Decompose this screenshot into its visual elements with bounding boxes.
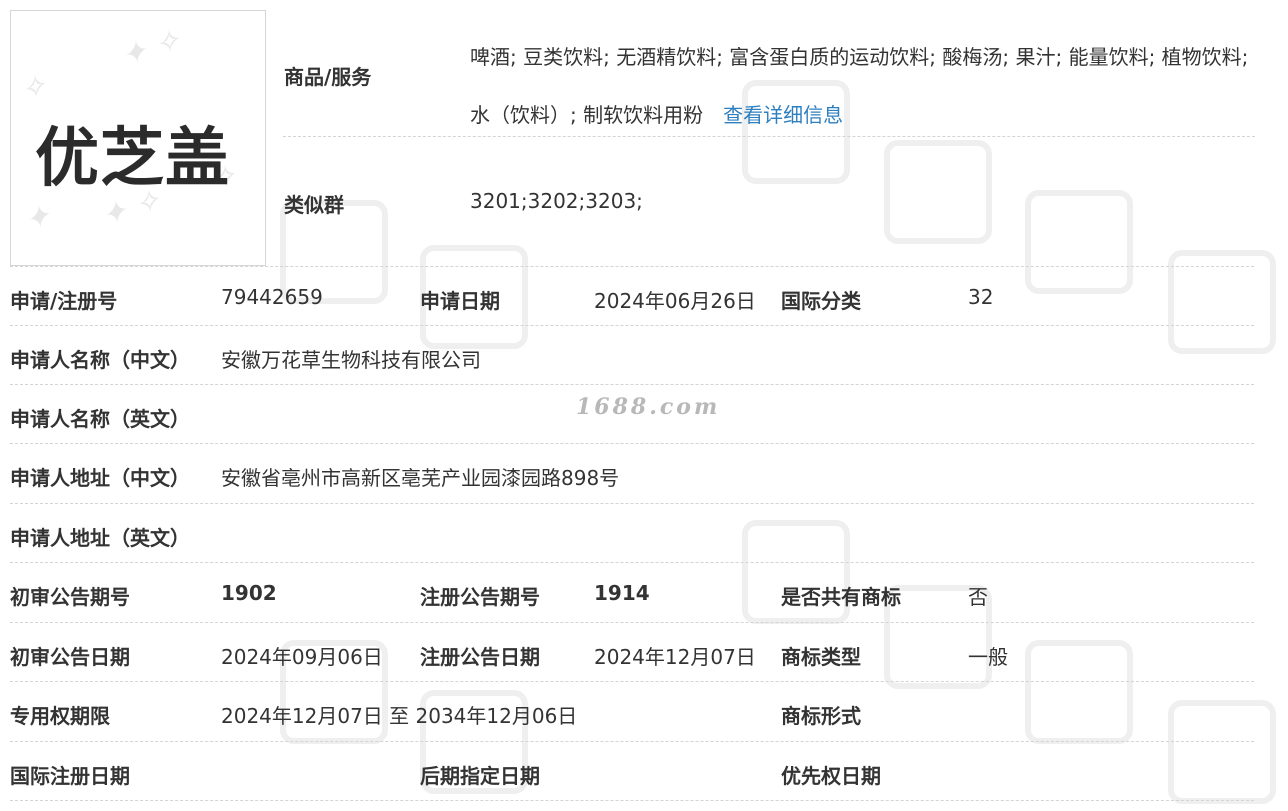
intl-class-label: 国际分类	[781, 289, 861, 313]
divider	[283, 136, 1255, 137]
divider	[10, 622, 1254, 623]
mark-form-label: 商标形式	[781, 704, 861, 728]
info-row-applicant-address-en: 申请人地址（英文）	[10, 503, 1254, 562]
registration-issue-value: 1914	[594, 581, 650, 605]
watermark-pattern: ✦	[20, 197, 55, 240]
divider	[10, 562, 1254, 563]
applicant-name-cn-label: 申请人名称（中文）	[10, 348, 190, 372]
info-row-registration: 申请/注册号 79442659 申请日期 2024年06月26日 国际分类 32	[10, 266, 1254, 325]
divider	[10, 443, 1254, 444]
exclusive-term-label: 专用权期限	[10, 704, 110, 728]
divider	[10, 800, 1254, 801]
trademark-mark-text: 优芝盖	[35, 122, 230, 196]
mark-type-value: 一般	[968, 645, 1008, 669]
priority-date-label: 优先权日期	[781, 764, 881, 788]
info-row-exclusive-right: 专用权期限 2024年12月07日 至 2034年12月06日 商标形式	[10, 681, 1254, 740]
divider	[10, 384, 1254, 385]
mark-type-label: 商标类型	[781, 645, 861, 669]
applicant-address-en-label: 申请人地址（英文）	[10, 526, 190, 550]
registration-date-label: 注册公告日期	[420, 645, 540, 669]
applicant-address-cn-label: 申请人地址（中文）	[10, 466, 190, 490]
divider	[10, 325, 1254, 326]
joint-mark-label: 是否共有商标	[781, 585, 901, 609]
prelim-issue-value: 1902	[221, 581, 277, 605]
prelim-date-value: 2024年09月06日	[221, 645, 383, 669]
registration-number-label: 申请/注册号	[10, 289, 118, 313]
info-row-applicant-address-cn: 申请人地址（中文） 安徽省亳州市高新区亳芜产业园漆园路898号	[10, 443, 1254, 502]
exclusive-term-value: 2024年12月07日 至 2034年12月06日	[221, 704, 578, 728]
info-row-intl-dates: 国际注册日期 后期指定日期 优先权日期	[10, 741, 1254, 800]
prelim-date-label: 初审公告日期	[10, 645, 130, 669]
info-row-applicant-name-cn: 申请人名称（中文） 安徽万花草生物科技有限公司	[10, 325, 1254, 384]
goods-services-text: 啤酒; 豆类饮料; 无酒精饮料; 富含蛋白质的运动饮料; 酸梅汤; 果汁; 能量…	[470, 45, 1249, 127]
registration-number-value: 79442659	[221, 285, 323, 309]
view-details-link[interactable]: 查看详细信息	[723, 103, 843, 127]
intl-class-value: 32	[968, 285, 994, 309]
intl-reg-date-label: 国际注册日期	[10, 764, 130, 788]
similar-groups-label: 类似群	[284, 193, 344, 217]
registration-issue-label: 注册公告期号	[420, 585, 540, 609]
watermark-pattern: ✦ ✧	[117, 22, 185, 75]
applicant-name-cn-value: 安徽万花草生物科技有限公司	[221, 348, 481, 372]
watermark-pattern: ✧	[16, 67, 51, 110]
similar-groups-value: 3201;3202;3203;	[470, 189, 643, 213]
registration-date-value: 2024年12月07日	[594, 645, 756, 669]
info-row-announcement-date: 初审公告日期 2024年09月06日 注册公告日期 2024年12月07日 商标…	[10, 622, 1254, 681]
applicant-address-cn-value: 安徽省亳州市高新区亳芜产业园漆园路898号	[221, 466, 620, 490]
info-row-applicant-name-en: 申请人名称（英文）	[10, 384, 1254, 443]
info-row-announcement-issue: 初审公告期号 1902 注册公告期号 1914 是否共有商标 否	[10, 562, 1254, 621]
application-date-value: 2024年06月26日	[594, 289, 756, 313]
application-date-label: 申请日期	[420, 289, 500, 313]
prelim-issue-label: 初审公告期号	[10, 585, 130, 609]
trademark-image: ✦ ✧ ✧ ✦ ✧ ✧ ✦ 优芝盖	[10, 10, 266, 266]
applicant-name-en-label: 申请人名称（英文）	[10, 407, 190, 431]
goods-services-value: 啤酒; 豆类饮料; 无酒精饮料; 富含蛋白质的运动饮料; 酸梅汤; 果汁; 能量…	[470, 28, 1260, 144]
divider	[10, 266, 1254, 267]
divider	[10, 503, 1254, 504]
divider	[10, 741, 1254, 742]
joint-mark-value: 否	[968, 585, 988, 609]
subsequent-designation-label: 后期指定日期	[420, 764, 540, 788]
goods-services-label: 商品/服务	[284, 65, 372, 89]
divider	[10, 681, 1254, 682]
